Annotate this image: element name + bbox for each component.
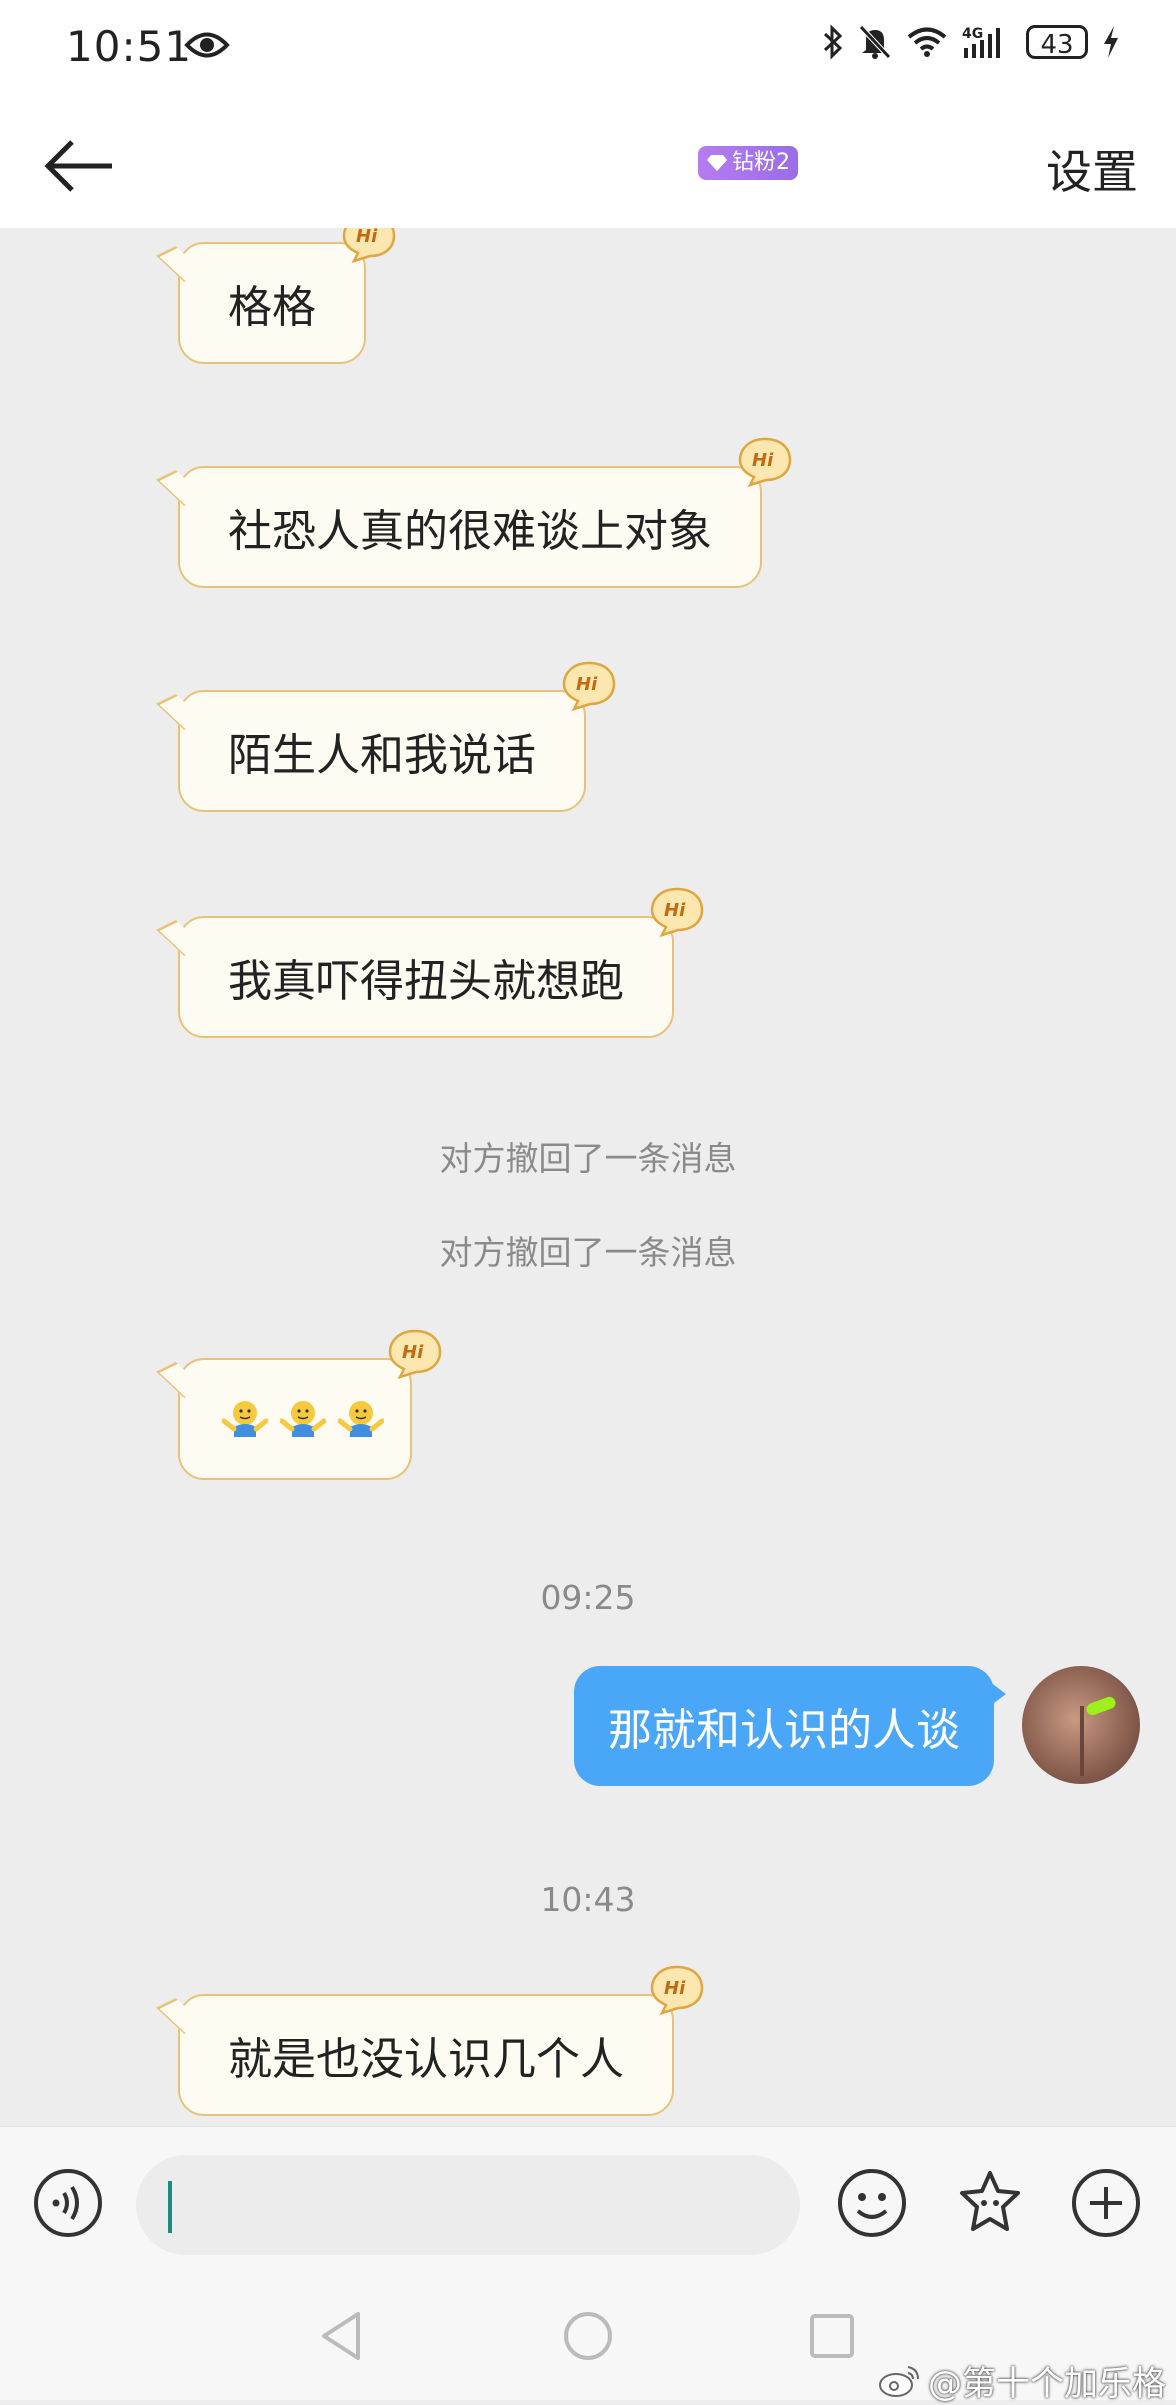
recall-notice: 对方撤回了一条消息 [439,1139,737,1178]
svg-text:Hi: Hi [752,450,774,471]
chat-message-list[interactable]: 格格 Hi 社恐人真的很难谈上对象 Hi 陌生人和我说话 Hi 我真吓得扭头就想… [0,228,1176,2126]
mute-icon [859,25,891,59]
incoming-message[interactable]: Hi [178,1329,442,1480]
input-bar [0,2126,1176,2277]
fan-level-badge[interactable]: 钻粉2 [698,146,798,180]
svg-text:Hi: Hi [664,900,686,921]
hi-sticker-icon: Hi [650,1965,704,2016]
hi-sticker-icon: Hi [388,1329,442,1380]
charging-icon [1104,26,1118,58]
incoming-message[interactable]: 我真吓得扭头就想跑 Hi [178,887,704,1038]
status-bar: 10:51 4G 43 [0,0,1176,100]
chat-header: 钻粉2 设置 [0,100,1176,228]
svg-text:Hi: Hi [664,1978,686,1999]
svg-text:Hi: Hi [576,674,598,695]
badge-label: 钻粉2 [732,150,790,175]
hi-sticker-icon: Hi [650,887,704,938]
message-text: 那就和认识的人谈 [608,1705,960,1756]
status-icons: 4G 43 [822,24,1120,60]
message-text: 陌生人和我说话 [228,730,536,781]
shrug-emoji-group [222,1399,384,1439]
message-input[interactable] [136,2155,800,2255]
weibo-icon [879,2365,919,2397]
incoming-message[interactable]: 陌生人和我说话 Hi [178,661,616,812]
bluetooth-icon [823,24,843,60]
diamond-icon [707,155,727,171]
message-text: 我真吓得扭头就想跑 [228,956,624,1007]
shrug-emoji-icon [280,1401,326,1437]
shrug-emoji-icon [338,1401,384,1437]
outgoing-message[interactable]: 那就和认识的人谈 [574,1666,1006,1786]
timestamp: 09:25 [540,1578,636,1617]
signal-icon: 4G [962,26,1000,58]
nav-back-icon[interactable] [312,2306,372,2366]
svg-text:Hi: Hi [402,1342,424,1363]
back-button[interactable] [40,126,120,206]
incoming-message[interactable]: 就是也没认识几个人 Hi [178,1965,704,2116]
incoming-message[interactable]: 格格 Hi [178,228,396,364]
message-text: 格格 [228,282,316,333]
wifi-icon [907,27,947,57]
hi-sticker-icon: Hi [738,437,792,488]
sticker-icon[interactable] [954,2167,1026,2239]
hi-sticker-icon: Hi [562,661,616,712]
emoji-icon[interactable] [836,2167,908,2239]
eye-icon [184,32,230,58]
system-nav-bar: @第十个加乐格 [0,2276,1176,2404]
hi-sticker-icon: Hi [342,228,396,264]
incoming-message[interactable]: 社恐人真的很难谈上对象 Hi [178,437,792,588]
recall-notice: 对方撤回了一条消息 [439,1233,737,1272]
status-time: 10:51 [66,22,193,71]
watermark: @第十个加乐格 [878,2356,1166,2405]
message-text: 就是也没认识几个人 [228,2034,624,2085]
settings-button[interactable]: 设置 [1046,136,1138,202]
svg-text:Hi: Hi [356,228,378,247]
plus-icon[interactable] [1070,2167,1142,2239]
text-caret [168,2181,172,2233]
voice-icon[interactable] [32,2167,104,2239]
nav-home-icon[interactable] [558,2306,618,2366]
nav-recents-icon[interactable] [802,2306,862,2366]
shrug-emoji-icon [222,1401,268,1437]
avatar[interactable] [1022,1666,1140,1784]
arrow-left-icon [44,140,112,192]
timestamp: 10:43 [540,1880,636,1919]
message-text: 社恐人真的很难谈上对象 [228,506,712,557]
svg-text:4G: 4G [962,26,983,42]
battery-icon: 43 [1026,25,1088,60]
watermark-text: @第十个加乐格 [928,2364,1166,2404]
